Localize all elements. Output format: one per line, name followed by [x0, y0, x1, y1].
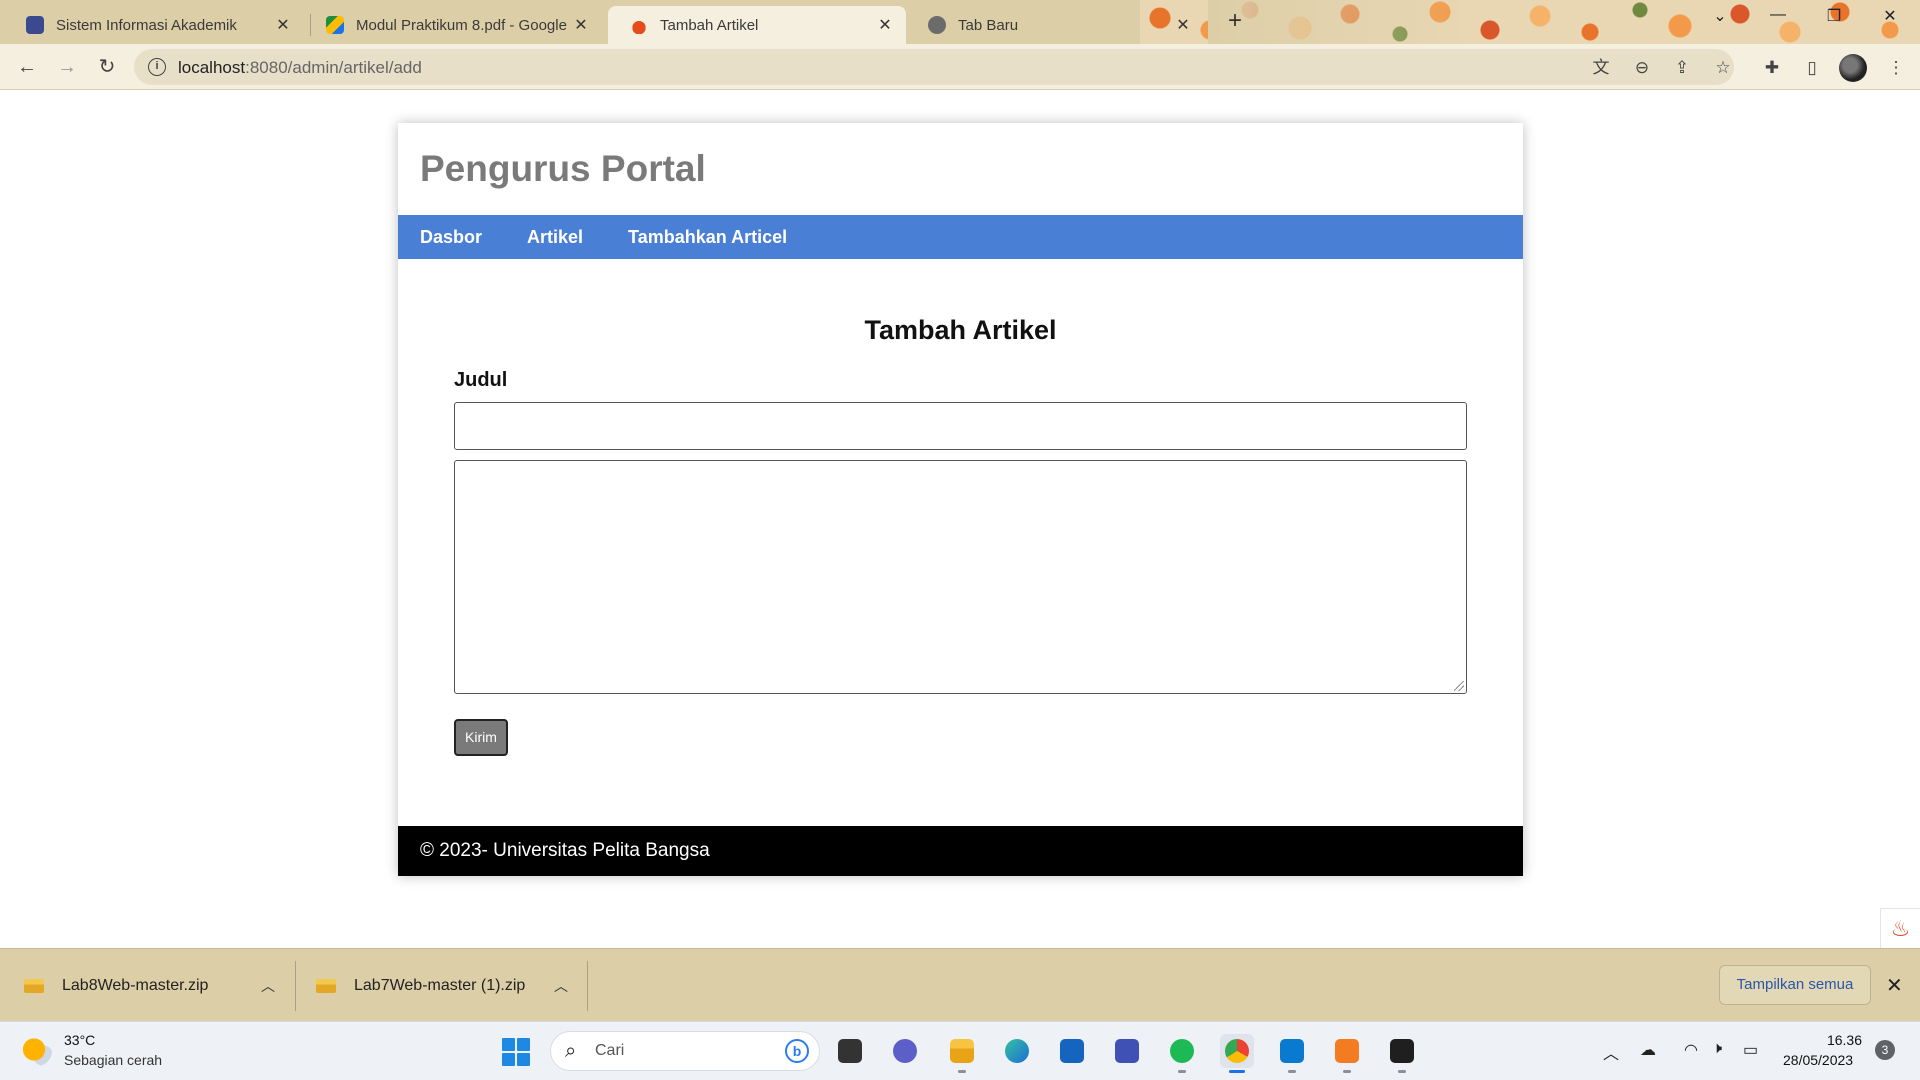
- search-placeholder: Cari: [595, 1042, 625, 1059]
- isi-textarea[interactable]: [454, 460, 1467, 694]
- start-icon[interactable]: [502, 1038, 530, 1066]
- clock-time[interactable]: 16.36: [1826, 1032, 1862, 1048]
- tab-modul-praktikum[interactable]: Modul Praktikum 8.pdf - Google ✕: [304, 6, 602, 44]
- site-footer: © 2023- Universitas Pelita Bangsa: [398, 826, 1523, 876]
- tab-search-icon[interactable]: ⌄: [1696, 6, 1744, 34]
- window-close-icon[interactable]: ✕: [1866, 6, 1914, 34]
- taskbar-search[interactable]: ⌕ Cari b: [550, 1031, 820, 1071]
- university-icon: [26, 16, 44, 34]
- close-icon[interactable]: ✕: [1174, 15, 1192, 35]
- sidepanel-icon[interactable]: ▯: [1801, 57, 1823, 79]
- terminal-icon[interactable]: [1385, 1034, 1419, 1073]
- back-icon[interactable]: ←: [12, 52, 42, 82]
- profile-icon[interactable]: [1839, 54, 1867, 82]
- weather-condition[interactable]: Sebagian cerah: [64, 1052, 162, 1068]
- address-bar[interactable]: i localhost:8080/admin/artikel/add: [134, 49, 1734, 85]
- extensions-icon[interactable]: ✚: [1761, 57, 1783, 79]
- search-icon: ⌕: [565, 1040, 577, 1062]
- download-bar: Lab8Web-master.zip ︿ Lab7Web-master (1).…: [0, 948, 1920, 1021]
- tab-title: Tambah Artikel: [660, 16, 759, 34]
- tab-tambah-artikel[interactable]: Tambah Artikel ✕: [608, 6, 906, 44]
- close-icon[interactable]: ✕: [572, 15, 590, 35]
- chevron-up-icon[interactable]: ︿: [1603, 1040, 1619, 1064]
- browser-toolbar: ← → ↻ i localhost:8080/admin/artikel/add…: [0, 44, 1920, 90]
- download-filename: Lab8Web-master.zip: [62, 976, 209, 994]
- resize-handle-icon[interactable]: [1454, 681, 1464, 691]
- flame-icon: [630, 16, 648, 34]
- page-viewport: Pengurus Portal Dasbor Artikel Tambahkan…: [0, 91, 1920, 948]
- file-icon[interactable]: [833, 1034, 867, 1068]
- new-tab-button[interactable]: +: [1221, 8, 1249, 36]
- site-header: Pengurus Portal: [398, 123, 1523, 215]
- browser-tab-strip: Sistem Informasi Akademik ✕ Modul Prakti…: [0, 0, 1920, 44]
- download-item[interactable]: Lab8Web-master.zip ︿: [0, 949, 295, 1022]
- main-content: Tambah Artikel Judul Kirim: [398, 259, 1523, 826]
- explorer-icon[interactable]: [945, 1034, 979, 1073]
- download-item[interactable]: Lab7Web-master (1).zip ︿: [292, 949, 588, 1022]
- page-heading: Tambah Artikel: [864, 315, 1057, 345]
- reload-icon[interactable]: ↻: [92, 52, 122, 82]
- drive-icon: [326, 16, 344, 34]
- tab-title: Sistem Informasi Akademik: [56, 16, 237, 34]
- chrome-icon[interactable]: [1220, 1034, 1254, 1073]
- judul-label: Judul: [454, 369, 508, 391]
- vscode-icon[interactable]: [1275, 1034, 1309, 1073]
- weather-icon[interactable]: [22, 1036, 52, 1066]
- bing-icon[interactable]: b: [785, 1039, 809, 1063]
- wifi-icon[interactable]: ◠: [1684, 1040, 1698, 1060]
- main-nav: Dasbor Artikel Tambahkan Articel: [398, 215, 1523, 259]
- meet-icon[interactable]: [888, 1034, 922, 1068]
- battery-icon[interactable]: ▭: [1743, 1040, 1758, 1060]
- nav-artikel[interactable]: Artikel: [527, 227, 583, 248]
- menu-icon[interactable]: ⋮: [1885, 57, 1907, 79]
- tab-title: Tab Baru: [958, 16, 1019, 34]
- url-text[interactable]: localhost:8080/admin/artikel/add: [178, 58, 422, 78]
- kirim-button[interactable]: Kirim: [454, 719, 508, 756]
- tab-title: Modul Praktikum 8.pdf - Google: [356, 16, 567, 34]
- spotify-icon[interactable]: [1165, 1034, 1199, 1073]
- close-icon[interactable]: ✕: [274, 15, 292, 35]
- forward-icon[interactable]: →: [52, 52, 82, 82]
- chevron-up-icon[interactable]: ︿: [554, 976, 568, 996]
- star-icon[interactable]: ☆: [1712, 57, 1734, 79]
- tab-sistem-informasi[interactable]: Sistem Informasi Akademik ✕: [4, 6, 304, 44]
- close-icon[interactable]: ✕: [876, 15, 894, 35]
- restore-icon[interactable]: ❐: [1810, 6, 1858, 34]
- share-icon[interactable]: ⇪: [1671, 57, 1693, 79]
- download-filename: Lab7Web-master (1).zip: [354, 976, 526, 994]
- debug-toolbar-icon[interactable]: ♨: [1880, 908, 1920, 948]
- show-all-downloads-button[interactable]: Tampilkan semua: [1719, 965, 1871, 1005]
- editor-icon[interactable]: [1110, 1034, 1144, 1068]
- clock-date[interactable]: 28/05/2023: [1783, 1052, 1853, 1068]
- judul-input[interactable]: [454, 402, 1467, 450]
- portal-container: Pengurus Portal Dasbor Artikel Tambahkan…: [398, 123, 1523, 876]
- mute-icon[interactable]: 🕨: [1712, 1040, 1722, 1058]
- zip-icon: [24, 978, 44, 993]
- notification-badge[interactable]: 3: [1875, 1040, 1895, 1060]
- xampp-icon[interactable]: [1330, 1034, 1364, 1073]
- windows-taskbar: 33°C Sebagian cerah ⌕ Cari b ︿ ☁ ◠ 🕨 ▭ 1…: [0, 1021, 1920, 1080]
- zoom-icon[interactable]: ⊖: [1631, 57, 1653, 79]
- close-download-bar-icon[interactable]: ✕: [1886, 973, 1903, 998]
- weather-temperature[interactable]: 33°C: [64, 1032, 95, 1048]
- nav-dasbor[interactable]: Dasbor: [420, 227, 482, 248]
- tab-baru[interactable]: Tab Baru ✕: [906, 6, 1204, 44]
- globe-icon: [928, 16, 946, 34]
- cloud-icon[interactable]: ☁: [1640, 1040, 1656, 1060]
- site-title: Pengurus Portal: [420, 148, 706, 189]
- store-icon[interactable]: [1055, 1034, 1089, 1068]
- info-icon[interactable]: i: [148, 58, 166, 76]
- translate-icon[interactable]: 文: [1590, 57, 1612, 79]
- edge-icon[interactable]: [1000, 1034, 1034, 1068]
- chevron-up-icon[interactable]: ︿: [261, 976, 275, 996]
- minimize-icon[interactable]: —: [1754, 6, 1802, 34]
- zip-icon: [316, 978, 336, 993]
- nav-tambahkan-articel[interactable]: Tambahkan Articel: [628, 227, 787, 248]
